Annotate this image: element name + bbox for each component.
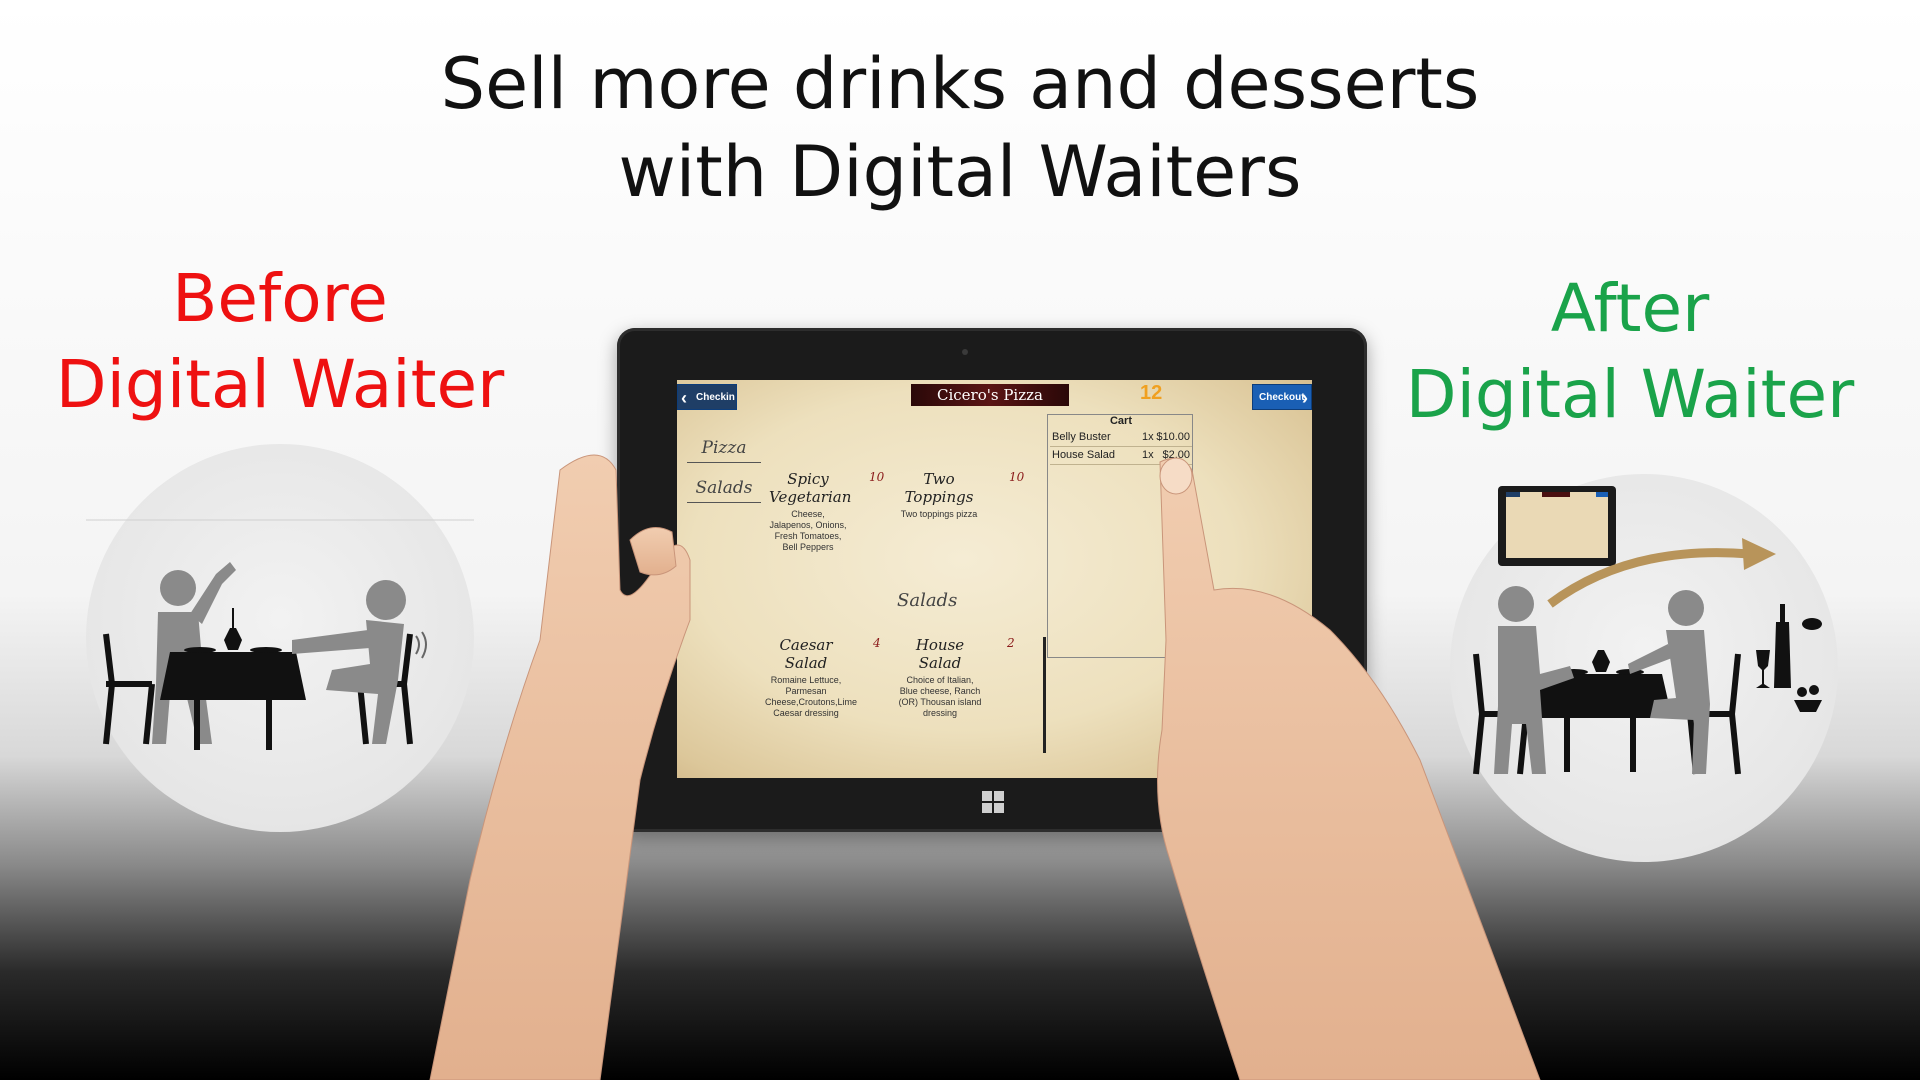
right-hand-pointing <box>1157 457 1541 1080</box>
left-hand <box>429 454 691 1080</box>
hands-holding-tablet <box>429 454 1541 1080</box>
